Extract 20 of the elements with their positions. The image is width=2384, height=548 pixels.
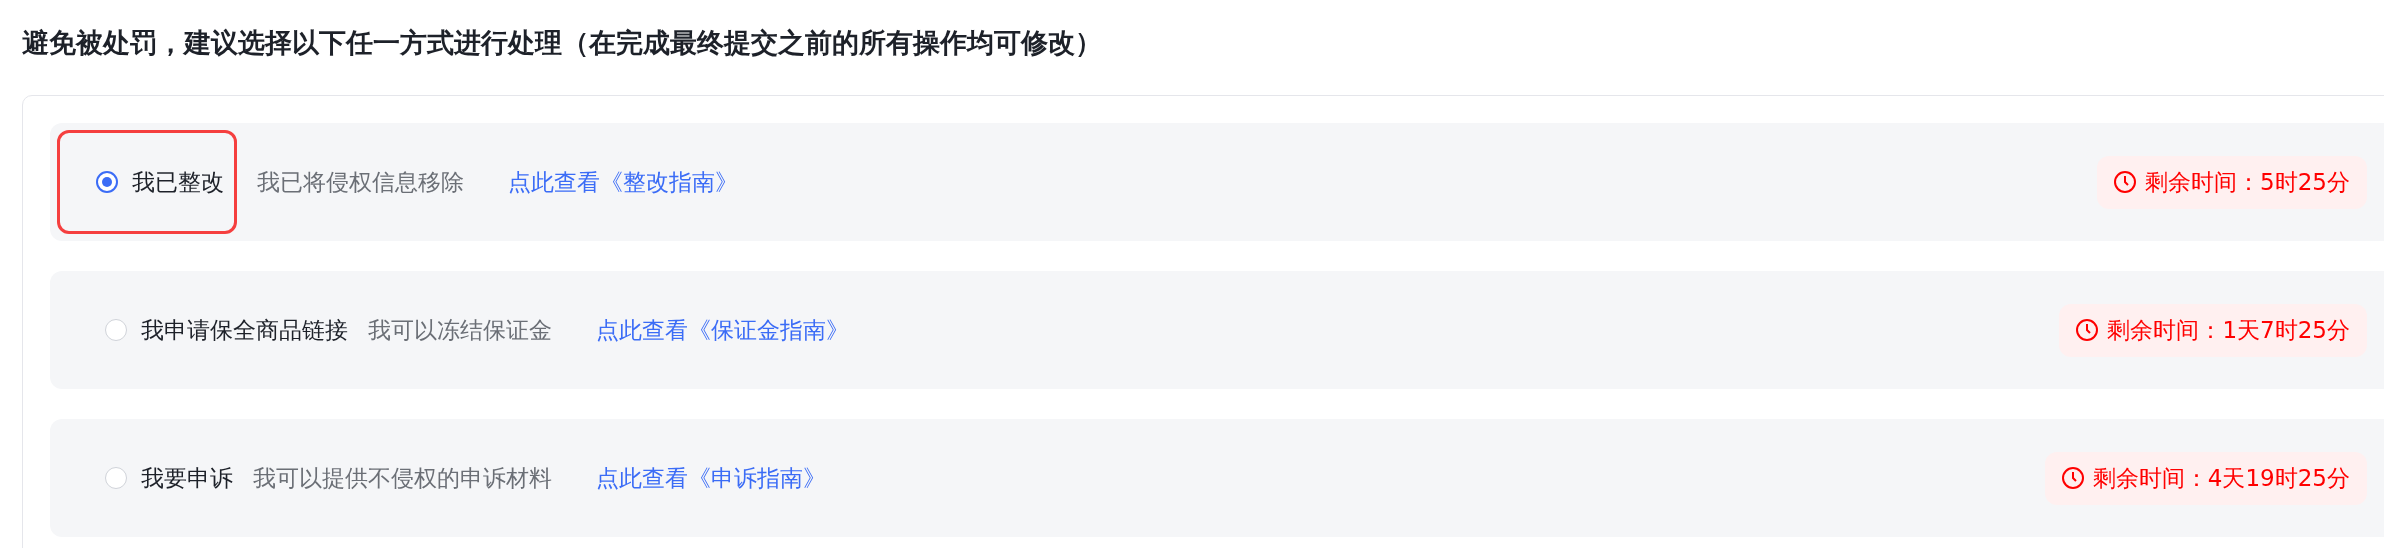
radio-option[interactable]: 我申请保全商品链接 [59,278,348,382]
radio-option[interactable]: 我要申诉 [59,426,233,530]
radio-button[interactable] [96,171,118,193]
option-label: 我要申诉 [141,463,233,493]
clock-icon [2113,170,2138,194]
radio-option[interactable]: 我已整改 [57,130,237,234]
clock-icon [2060,466,2085,490]
option-description: 我已将侵权信息移除 [257,167,464,197]
option-label: 我申请保全商品链接 [141,315,348,345]
remaining-time: 剩余时间：1天7时25分 [2107,315,2350,345]
remaining-time: 剩余时间：5时25分 [2145,167,2350,197]
clock-icon [2075,318,2100,342]
option-description: 我可以冻结保证金 [368,315,552,345]
remaining-time: 剩余时间：4天19时25分 [2092,463,2350,493]
guide-link[interactable]: 点此查看《申诉指南》 [596,462,826,494]
guide-link[interactable]: 点此查看《整改指南》 [508,166,738,198]
option-label: 我已整改 [132,167,224,197]
guide-link[interactable]: 点此查看《保证金指南》 [596,314,849,346]
option-description: 我可以提供不侵权的申诉材料 [253,463,552,493]
page-title: 避免被处罚，建议选择以下任一方式进行处理（在完成最终提交之前的所有操作均可修改） [22,26,1103,60]
